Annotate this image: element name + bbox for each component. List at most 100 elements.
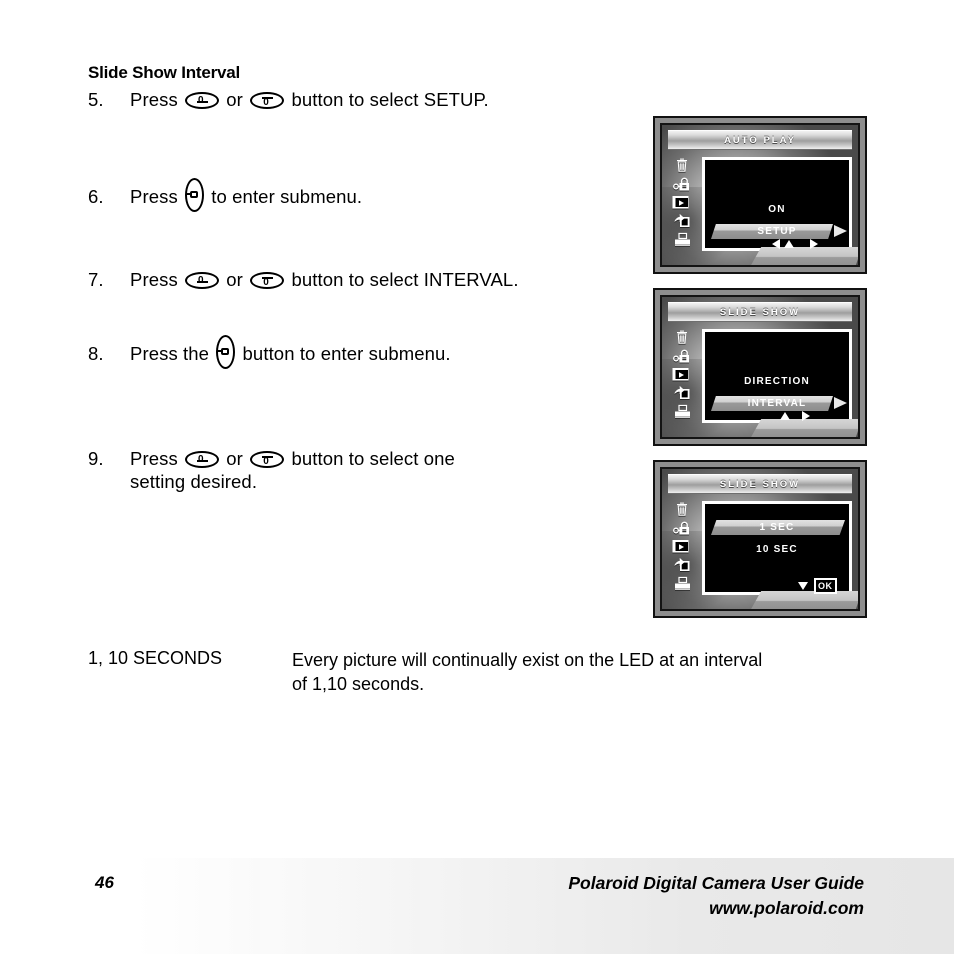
share-icon [673, 385, 692, 401]
lock-icon [673, 520, 691, 536]
step-5: 5. Press 0 or 0 button to select SETUP. [88, 88, 489, 111]
right-arrow-button-icon [216, 335, 236, 369]
trash-icon [674, 157, 690, 173]
step-8-text-before: Press the [130, 343, 210, 364]
step-8-number: 8. [88, 343, 104, 364]
step-7-text-mid: or [226, 269, 243, 290]
lcd-viewport: AUTO PLAY ON SETUP [660, 123, 860, 267]
step-5-number: 5. [88, 89, 104, 110]
step-7-text-before: Press [130, 269, 178, 290]
step-7: 7. Press 0 or 0 button to select INTERVAL… [88, 268, 519, 291]
menu-item-label: DIRECTION [744, 376, 810, 387]
step-7-text-after: button to select INTERVAL. [291, 269, 519, 290]
footer-page-number: 46 [95, 873, 114, 892]
glossary-definition-line1: Every picture will continually exist on … [292, 650, 763, 670]
lock-icon [673, 348, 691, 364]
step-9-number: 9. [88, 448, 104, 469]
step-6-text-before: Press [130, 186, 178, 207]
slideshow-icon [672, 367, 692, 382]
screenshot-slide-show-interval: SLIDE SHOW 1 SEC 10 SEC OK [653, 460, 867, 618]
left-arrow-icon [772, 239, 780, 249]
dial-down-button-icon: 0 [250, 92, 285, 109]
step-9-continuation: setting desired. [130, 471, 258, 493]
step-9: 9. Press 0 or 0 button to select one sett… [88, 447, 455, 493]
step-5-text-after: button to select SETUP. [291, 89, 489, 110]
slideshow-icon [672, 539, 692, 554]
lcd-viewport: SLIDE SHOW [660, 295, 860, 439]
lcd-hint-glyphs: OK [798, 578, 837, 594]
share-icon [673, 557, 692, 573]
dial-down-button-icon: 0 [250, 451, 285, 468]
lcd-icon-rail [669, 501, 695, 591]
step-9-text-mid: or [226, 448, 243, 469]
dial-up-button-icon: 0 [185, 451, 220, 468]
menu-item-label: 1 SEC [759, 522, 795, 533]
lcd-menu-items: DIRECTION INTERVAL [705, 332, 849, 420]
menu-item-on[interactable]: ON [705, 200, 849, 219]
menu-item-label: INTERVAL [747, 398, 807, 409]
step-9-text-after: button to select one [291, 448, 455, 469]
lcd-title-text: AUTO PLAY [724, 134, 796, 146]
page-title: Slide Show Interval [88, 63, 241, 82]
menu-item-direction[interactable]: DIRECTION [705, 372, 849, 391]
slideshow-icon [672, 195, 692, 210]
ok-button[interactable]: OK [814, 578, 837, 594]
lcd-icon-rail [669, 329, 695, 419]
glossary-term: 1, 10 SECONDS [88, 648, 223, 668]
step-8-text-after: button to enter submenu. [242, 343, 451, 364]
manual-page: Slide Show Interval 5. Press 0 or 0 butto… [0, 0, 954, 954]
screenshot-auto-play: AUTO PLAY ON SETUP [653, 116, 867, 274]
lcd-hint-bar [750, 247, 858, 265]
lcd-title-bar: SLIDE SHOW [668, 302, 852, 322]
printer-icon [673, 404, 692, 419]
lcd-menu-items: ON SETUP [705, 160, 849, 248]
printer-icon [673, 576, 692, 591]
trash-icon [674, 501, 690, 517]
lcd-title-bar: AUTO PLAY [668, 130, 852, 150]
trash-icon [674, 329, 690, 345]
menu-item-10-sec[interactable]: 10 SEC [705, 540, 849, 559]
up-arrow-icon [784, 240, 794, 248]
step-5-text-before: Press [130, 89, 178, 110]
step-8: 8. Press the button to enter submenu. [88, 335, 451, 369]
step-9-text-before: Press [130, 448, 178, 469]
right-arrow-icon [802, 411, 810, 421]
lcd-menu-panel: DIRECTION INTERVAL [702, 329, 852, 423]
dial-up-button-icon: 0 [185, 272, 220, 289]
menu-item-interval[interactable]: INTERVAL [705, 394, 849, 413]
lcd-title-text: SLIDE SHOW [719, 306, 801, 318]
footer-website[interactable]: www.polaroid.com [568, 896, 864, 921]
share-icon [673, 213, 692, 229]
lcd-title-bar: SLIDE SHOW [668, 474, 852, 494]
step-6: 6. Press to enter submenu. [88, 178, 362, 212]
dial-up-button-icon: 0 [185, 92, 220, 109]
screenshot-slide-show-menu: SLIDE SHOW DIRECTION INTERVAL [653, 288, 867, 446]
step-6-number: 6. [88, 186, 104, 207]
printer-icon [673, 232, 692, 247]
lcd-title-text: SLIDE SHOW [719, 478, 801, 490]
lcd-viewport: SLIDE SHOW [660, 467, 860, 611]
footer-branding: Polaroid Digital Camera User Guide www.p… [568, 871, 864, 922]
up-arrow-icon [780, 412, 790, 420]
right-arrow-icon [810, 239, 818, 249]
step-6-text-after: to enter submenu. [211, 186, 363, 207]
step-5-text-mid: or [226, 89, 243, 110]
down-arrow-icon [798, 582, 808, 590]
glossary-definition: Every picture will continually exist on … [292, 648, 877, 697]
dial-down-button-icon: 0 [250, 272, 285, 289]
footer-guide-title: Polaroid Digital Camera User Guide [568, 873, 864, 893]
menu-item-1-sec[interactable]: 1 SEC [705, 518, 849, 537]
menu-item-label: ON [768, 204, 786, 215]
chevron-right-icon [834, 397, 847, 409]
lcd-hint-glyphs [772, 239, 818, 249]
lcd-menu-panel: ON SETUP [702, 157, 852, 251]
lcd-hint-bar [750, 419, 858, 437]
step-7-number: 7. [88, 269, 104, 290]
chevron-right-icon [834, 225, 847, 237]
lcd-hint-glyphs [780, 411, 810, 421]
lock-icon [673, 176, 691, 192]
lcd-icon-rail [669, 157, 695, 247]
glossary-definition-line2: of 1,10 seconds. [292, 674, 425, 695]
lcd-hint-bar [750, 591, 858, 609]
menu-item-label: SETUP [757, 226, 797, 237]
